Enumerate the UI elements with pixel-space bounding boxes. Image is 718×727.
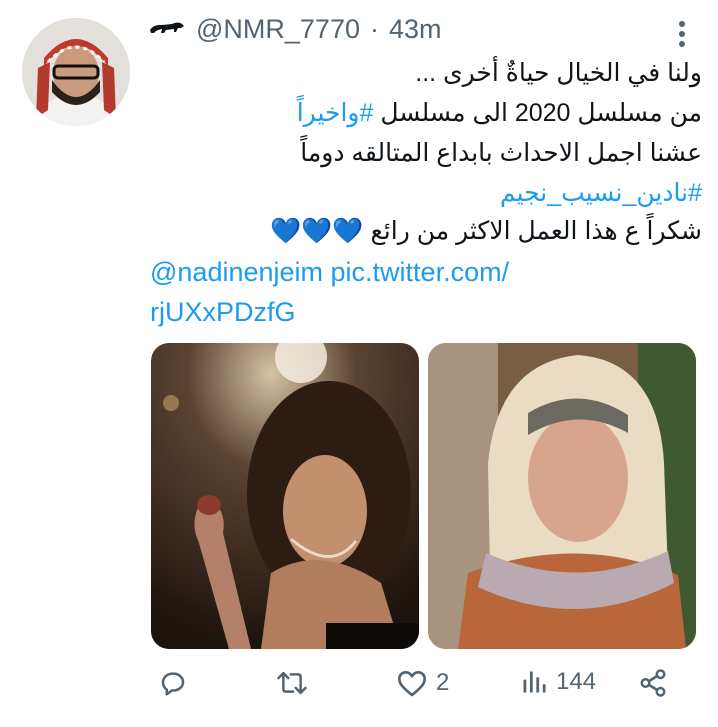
tweet-line-5-text: شكراً ع هذا العمل الاكثر من رائع — [370, 217, 703, 245]
tweet-line-5: شكراً ع هذا العمل الاكثر من رائع 💙💙💙 — [270, 212, 702, 250]
tweet-time[interactable]: 43m — [389, 14, 442, 45]
panther-icon — [148, 14, 186, 45]
photo-woman-curly-hair — [151, 343, 419, 649]
more-options-button[interactable] — [672, 20, 692, 53]
tweet-line-2: من مسلسل 2020 الى مسلسل #واخيراً — [297, 94, 702, 132]
views-count: 144 — [556, 668, 597, 695]
hashtag-waakhiran[interactable]: #واخيراً — [297, 99, 374, 127]
hashtag-nadine[interactable]: #نادين_نسيب_نجيم — [500, 174, 702, 212]
tweet-image-2[interactable] — [428, 343, 696, 649]
tweet-header: @NMR_7770 · 43m — [148, 14, 442, 45]
tweet-link-line: @nadinenjeim pic.twitter.com/ — [150, 252, 509, 292]
heart-icon — [398, 671, 426, 697]
share-icon — [640, 669, 666, 697]
avatar-image — [22, 18, 130, 126]
views-icon — [523, 671, 546, 693]
photo-woman-headscarf — [428, 343, 696, 649]
like-count: 2 — [436, 669, 450, 696]
reply-button[interactable] — [158, 668, 196, 698]
tweet-action-bar: 2 144 — [0, 668, 718, 712]
retweet-button[interactable] — [276, 668, 316, 698]
retweet-icon — [277, 671, 307, 695]
like-button[interactable]: 2 — [396, 668, 449, 698]
pic-link[interactable]: pic.twitter.com/ — [331, 257, 510, 287]
share-button[interactable] — [638, 668, 668, 698]
user-handle[interactable]: @NMR_7770 — [196, 14, 360, 45]
tweet-image-1[interactable] — [151, 343, 419, 649]
tweet-line-3: عشنا اجمل الاحداث بابداع المتالقه دوماً — [300, 139, 702, 167]
blue-hearts-emoji: 💙💙💙 — [270, 217, 364, 245]
mention-link[interactable]: @nadinenjeim — [150, 257, 323, 287]
avatar[interactable] — [22, 18, 130, 126]
tweet-line-1: ولنا في الخيال حياةٌ أخرى ... — [415, 59, 702, 87]
reply-icon — [161, 672, 185, 696]
views-button[interactable]: 144 — [520, 668, 596, 696]
pic-link-continued[interactable]: rjUXxPDzfG — [150, 292, 296, 332]
separator-dot: · — [369, 14, 379, 44]
more-vertical-icon — [679, 21, 685, 47]
tweet-line-2-text: من مسلسل 2020 الى مسلسل — [380, 99, 702, 127]
